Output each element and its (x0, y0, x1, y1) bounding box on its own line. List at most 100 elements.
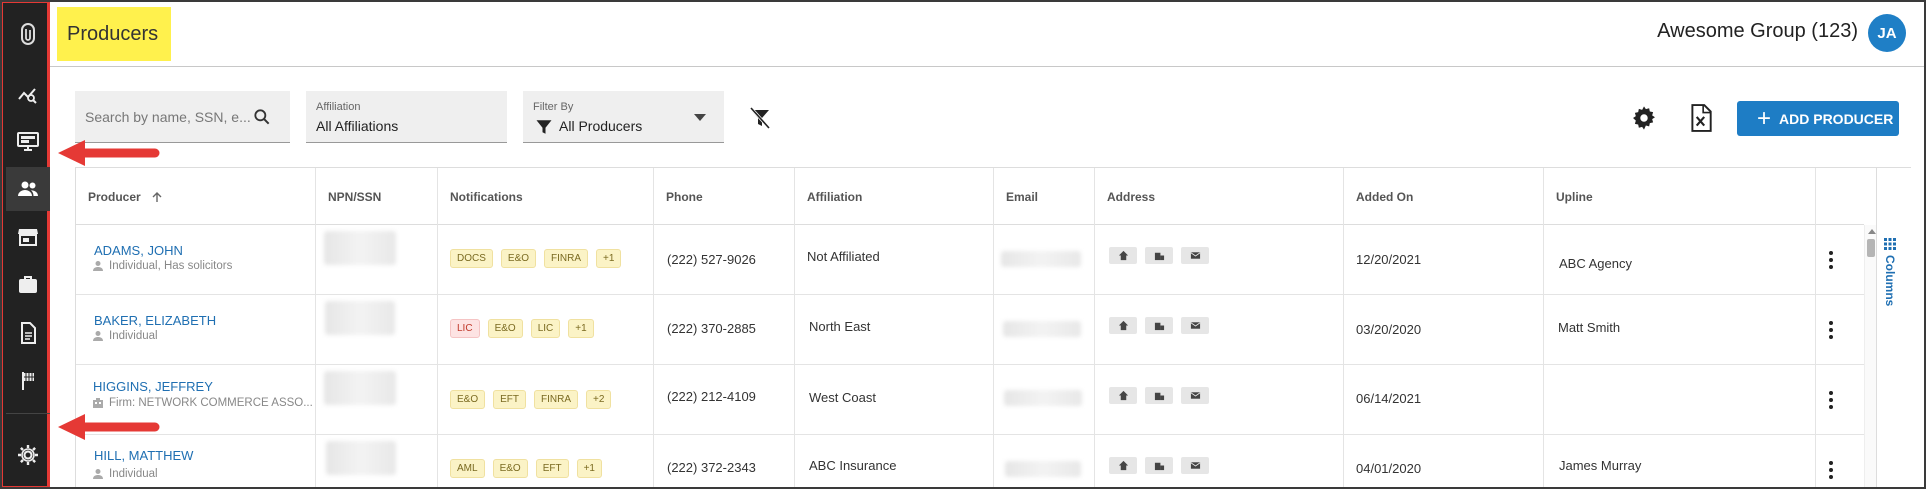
notification-badge-more[interactable]: +1 (576, 459, 602, 478)
column-header-affiliation[interactable]: Affiliation (795, 168, 994, 225)
search-field[interactable] (75, 91, 290, 143)
affiliation-text: ABC Insurance (809, 458, 897, 473)
notification-badge[interactable]: E&O (487, 319, 523, 338)
column-header-upline[interactable]: Upline (1544, 168, 1816, 225)
mail-address-icon[interactable] (1181, 387, 1209, 404)
column-header-email[interactable]: Email (994, 168, 1095, 225)
sort-ascending-icon[interactable] (151, 191, 163, 203)
column-header-added-on[interactable]: Added On (1344, 168, 1544, 225)
avatar[interactable]: JA (1868, 14, 1906, 52)
producer-name-link[interactable]: BAKER, ELIZABETH (94, 313, 216, 328)
upline-text: James Murray (1559, 458, 1642, 473)
phone-cell: (222) 212-4109 (654, 365, 795, 435)
producer-name-link[interactable]: HILL, MATTHEW (94, 448, 193, 463)
notification-badge[interactable]: DOCS (450, 249, 493, 268)
row-actions-menu-icon[interactable] (1828, 390, 1834, 410)
row-actions-menu-icon[interactable] (1828, 460, 1834, 480)
briefcase-icon[interactable] (6, 263, 50, 307)
business-address-icon[interactable] (1145, 457, 1173, 474)
analytics-icon[interactable] (6, 72, 50, 116)
search-input[interactable] (85, 107, 250, 127)
clear-filter-icon[interactable] (748, 106, 772, 130)
redacted-email (1005, 461, 1081, 477)
home-address-icon[interactable] (1109, 387, 1137, 404)
mail-address-icon[interactable] (1181, 317, 1209, 334)
notification-badge[interactable]: FINRA (544, 249, 589, 268)
scroll-up-arrow-icon[interactable] (1868, 229, 1876, 234)
scrollbar-thumb[interactable] (1867, 239, 1875, 257)
producer-subtitle: Individual (92, 468, 158, 480)
producer-subtitle: Firm: NETWORK COMMERCE ASSO... (92, 397, 313, 409)
home-address-icon[interactable] (1109, 247, 1137, 264)
vertical-scrollbar[interactable] (1864, 225, 1876, 489)
people-icon[interactable] (6, 167, 50, 211)
column-header-notifications[interactable]: Notifications (438, 168, 654, 225)
person-icon (93, 331, 103, 341)
address-icons (1109, 317, 1217, 334)
mail-address-icon[interactable] (1181, 457, 1209, 474)
column-header-producer[interactable]: Producer (76, 168, 316, 225)
notification-badge[interactable]: AML (450, 459, 485, 478)
annotation-arrow-bottom (58, 414, 160, 440)
store-icon[interactable] (6, 215, 50, 259)
notification-badge[interactable]: E&O (500, 249, 537, 268)
table-row[interactable]: HILL, MATTHEW Individual AML E&O EFT +1 … (76, 435, 1864, 489)
notifications-cell: LIC E&O LIC +1 (438, 295, 654, 365)
notification-badge[interactable]: E&O (450, 390, 486, 409)
chevron-down-icon (694, 114, 706, 121)
business-address-icon[interactable] (1145, 387, 1173, 404)
notification-badge[interactable]: EFT (493, 390, 527, 409)
affiliation-cell: ABC Insurance (795, 435, 994, 489)
row-actions-menu-icon[interactable] (1828, 250, 1834, 270)
monitor-icon[interactable] (6, 119, 50, 163)
home-address-icon[interactable] (1109, 317, 1137, 334)
notification-badge[interactable]: E&O (492, 459, 528, 478)
notification-badges: LIC E&O LIC +1 (450, 319, 602, 338)
affiliation-select[interactable]: Affiliation All Affiliations (306, 91, 507, 143)
added-on-cell: 12/20/2021 (1344, 225, 1544, 295)
notification-badge-more[interactable]: +1 (596, 249, 622, 268)
phone-cell: (222) 527-9026 (654, 225, 795, 295)
home-address-icon[interactable] (1109, 457, 1137, 474)
row-actions-menu-icon[interactable] (1828, 320, 1834, 340)
address-icons (1109, 247, 1217, 264)
logo-icon[interactable] (6, 12, 50, 56)
business-address-icon[interactable] (1145, 247, 1173, 264)
gear-icon[interactable] (6, 433, 50, 477)
search-icon[interactable] (252, 107, 272, 127)
filter-by-select[interactable]: Filter By All Producers (523, 91, 724, 143)
column-header-npn-ssn[interactable]: NPN/SSN (316, 168, 438, 225)
table-row[interactable]: BAKER, ELIZABETH Individual LIC E&O LIC … (76, 295, 1864, 365)
add-producer-button[interactable]: + ADD PRODUCER (1737, 101, 1899, 136)
notification-badge-more[interactable]: +1 (568, 319, 594, 338)
npn-ssn-cell (316, 435, 438, 489)
address-cell (1095, 365, 1344, 435)
mail-address-icon[interactable] (1181, 247, 1209, 264)
notification-badge-more[interactable]: +2 (586, 390, 612, 409)
affiliation-cell: West Coast (795, 365, 994, 435)
producer-cell: ADAMS, JOHN Individual, Has solicitors (76, 225, 316, 295)
notification-badge[interactable]: FINRA (534, 390, 579, 409)
settings-gear-icon[interactable] (1630, 104, 1658, 132)
affiliation-text: West Coast (809, 390, 876, 405)
table-row[interactable]: ADAMS, JOHN Individual, Has solicitors D… (76, 225, 1864, 295)
table-row[interactable]: HIGGINS, JEFFREY Firm: NETWORK COMMERCE … (76, 365, 1864, 435)
columns-grid-icon (1884, 238, 1896, 250)
upline-cell (1544, 365, 1816, 435)
producer-subtitle: Individual, Has solicitors (92, 260, 232, 272)
notification-badge[interactable]: EFT (535, 459, 569, 478)
notification-badge[interactable]: LIC (530, 319, 561, 338)
column-header-phone[interactable]: Phone (654, 168, 795, 225)
producer-name-link[interactable]: HIGGINS, JEFFREY (93, 379, 213, 394)
filter-by-value: All Producers (559, 118, 643, 134)
person-icon (93, 469, 103, 479)
business-address-icon[interactable] (1145, 317, 1173, 334)
flag-icon[interactable] (6, 359, 50, 403)
column-header-address[interactable]: Address (1095, 168, 1344, 225)
notification-badge-alert[interactable]: LIC (450, 319, 480, 338)
columns-toggle-tab[interactable]: Columns (1883, 238, 1897, 306)
document-icon[interactable] (6, 311, 50, 355)
export-excel-icon[interactable] (1688, 104, 1714, 132)
producer-subtitle-text: Individual (109, 330, 158, 342)
producer-name-link[interactable]: ADAMS, JOHN (94, 243, 183, 258)
